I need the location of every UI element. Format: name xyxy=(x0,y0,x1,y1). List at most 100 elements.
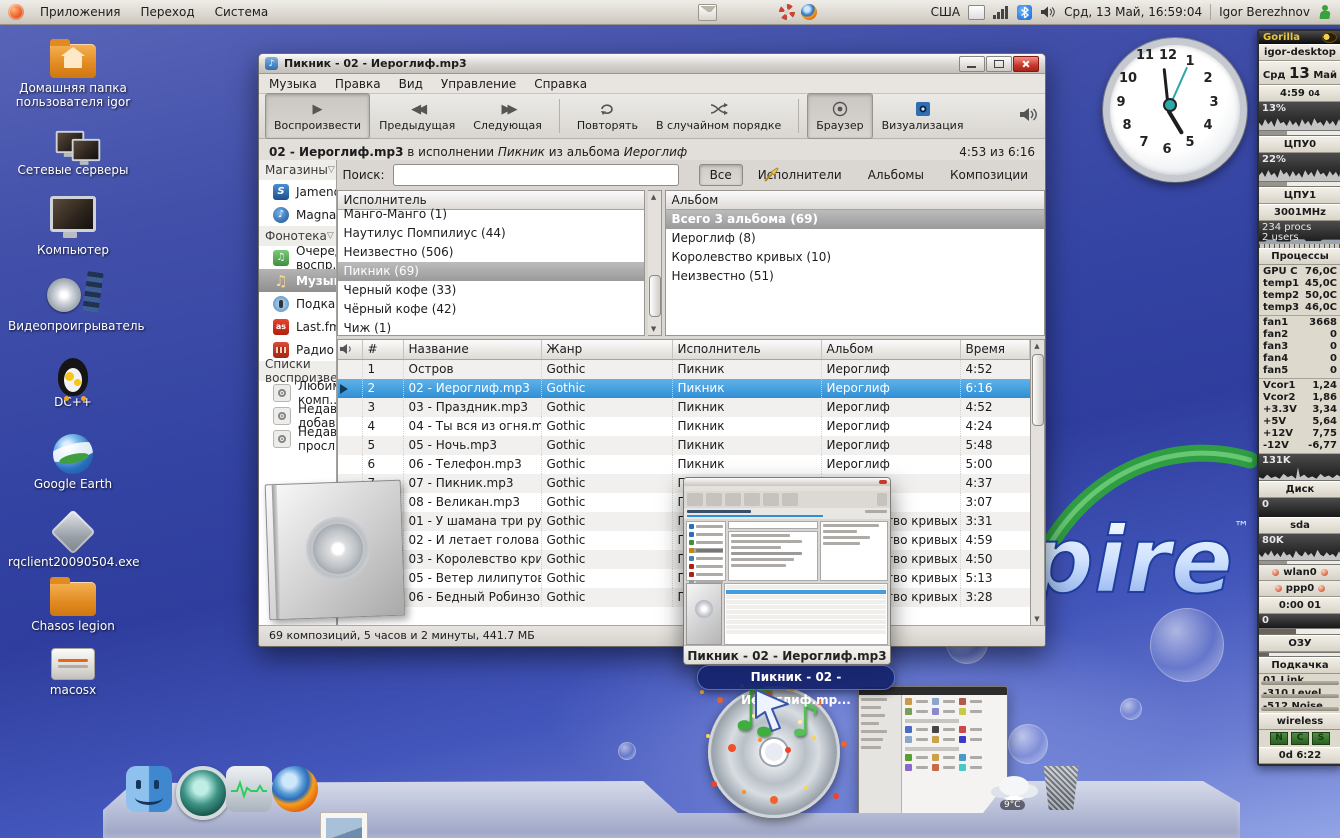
keyboard-layout-indicator[interactable]: США xyxy=(931,5,960,19)
volume-icon[interactable] xyxy=(1040,5,1056,19)
column-header-album[interactable]: Альбом xyxy=(822,340,961,359)
keyboard-icon[interactable] xyxy=(968,5,985,20)
sda-chart[interactable]: 80K xyxy=(1259,534,1340,561)
scroll-thumb[interactable] xyxy=(649,275,661,317)
shuffle-button[interactable]: В случайном порядке xyxy=(647,93,790,139)
sidebar-item-podcasts[interactable]: Подкасты xyxy=(259,292,336,315)
maximize-button[interactable] xyxy=(986,56,1012,72)
distro-logo-icon[interactable] xyxy=(8,4,24,20)
tab-tracks[interactable]: Композиции xyxy=(939,164,1039,186)
album-list-item[interactable]: Всего 3 альбома (69) xyxy=(666,210,1044,229)
browser-toggle-button[interactable]: Браузер xyxy=(807,93,872,139)
desktop-icon-macosx[interactable]: macosx xyxy=(8,648,138,698)
table-row[interactable]: 4 04 - Ты вся из огня.mp3 Gothic Пикник … xyxy=(338,417,1030,436)
album-list-item[interactable]: Королевство кривых (10) xyxy=(666,248,1044,267)
scroll-down-icon[interactable]: ▼ xyxy=(649,324,659,334)
menu-system[interactable]: Система xyxy=(205,0,279,24)
cpu1-chart[interactable]: 22% xyxy=(1259,153,1340,181)
collapse-arrow-icon[interactable]: ▽ xyxy=(327,231,334,241)
repeat-button[interactable]: Повторять xyxy=(568,93,647,139)
column-header-title[interactable]: Название xyxy=(404,340,542,359)
sidebar-item-lastfm[interactable]: asLast.fm xyxy=(259,315,336,338)
wireless-meter[interactable]: -310 Level xyxy=(1259,687,1340,700)
gkrellm-date[interactable]: Срд 13 Май xyxy=(1259,61,1340,85)
artist-scrollbar[interactable]: ▲ ▼ xyxy=(648,190,662,336)
wireless-meter[interactable]: 01 Link xyxy=(1259,674,1340,687)
dock-weather-icon[interactable]: 9°C xyxy=(988,772,1040,806)
desktop-icon-google-earth[interactable]: Google Earth xyxy=(8,434,138,492)
menu-places[interactable]: Переход xyxy=(131,0,205,24)
process-chart[interactable]: 234 procs2 users xyxy=(1259,221,1340,244)
close-button[interactable] xyxy=(1013,56,1039,72)
menu-view[interactable]: Вид xyxy=(399,77,423,91)
menu-help[interactable]: Справка xyxy=(534,77,587,91)
column-header-num[interactable]: # xyxy=(363,340,404,359)
collapse-arrow-icon[interactable]: ▽ xyxy=(328,165,335,175)
signal-bars-icon[interactable] xyxy=(993,5,1009,19)
help-launcher-icon[interactable] xyxy=(779,4,795,20)
dock-activity-monitor-icon[interactable] xyxy=(226,766,272,812)
artist-list-item[interactable]: Наутилус Помпилиус (44) xyxy=(338,224,644,243)
ppp0-panel[interactable]: ppp0 xyxy=(1259,581,1340,597)
artist-list-item[interactable]: Чёрный кофе (42) xyxy=(338,300,644,319)
scroll-thumb[interactable] xyxy=(1032,354,1044,426)
sidebar-item-recently-played[interactable]: Недавно просл... xyxy=(259,427,336,450)
dock-firefox-icon[interactable] xyxy=(272,766,318,812)
memory-krell[interactable] xyxy=(1259,628,1340,635)
artist-list-item[interactable]: Пикник (69) xyxy=(338,262,644,281)
sidebar-item-play-queue[interactable]: ♫Очередь воспр... xyxy=(259,246,336,269)
firefox-launcher-icon[interactable] xyxy=(801,4,817,20)
dock-time-machine-icon[interactable] xyxy=(176,766,230,820)
wlan0-panel[interactable]: wlan0 xyxy=(1259,565,1340,581)
next-button[interactable]: ▶▶ Следующая xyxy=(464,93,551,139)
table-row[interactable]: 1 Остров Gothic Пикник Иероглиф 4:52 xyxy=(338,360,1030,379)
mail-launcher-icon[interactable] xyxy=(698,4,717,21)
desktop-icon-home[interactable]: Домашняя папка пользователя igor xyxy=(8,44,138,110)
dock-finder-icon[interactable] xyxy=(126,766,172,812)
panel-clock[interactable]: Срд, 13 Май, 16:59:04 xyxy=(1064,5,1202,19)
artist-list-item[interactable]: Чиж (1) xyxy=(338,319,644,336)
column-header-time[interactable]: Время xyxy=(961,340,1030,359)
speaker-column-icon[interactable] xyxy=(338,340,363,359)
desktop-icon-network[interactable]: Сетевые серверы xyxy=(8,124,138,178)
play-button[interactable]: ▶Воспроизвести xyxy=(265,93,370,139)
album-list-item[interactable]: Неизвестно (51) xyxy=(666,267,1044,286)
sidebar-item-music[interactable]: ♫Музыка xyxy=(259,269,336,292)
window-titlebar[interactable]: ♪ Пикник - 02 - Иероглиф.mp3 xyxy=(259,54,1045,74)
gkrellm-time[interactable]: 4:59 04 xyxy=(1259,85,1340,102)
menu-control[interactable]: Управление xyxy=(441,77,516,91)
bluetooth-icon[interactable] xyxy=(1017,5,1032,20)
scroll-up-icon[interactable]: ▲ xyxy=(1032,341,1042,351)
gkrellm-titlebar[interactable]: Gorilla xyxy=(1259,31,1340,44)
album-column-header[interactable]: Альбом xyxy=(666,191,1044,210)
table-row[interactable]: 6 06 - Телефон.mp3 Gothic Пикник Иерогли… xyxy=(338,455,1030,474)
visualization-button[interactable]: Визуализация xyxy=(873,93,973,139)
desktop-icon-video-player[interactable]: Видеопроигрыватель xyxy=(8,276,138,334)
ppp0-chart[interactable]: 0 xyxy=(1259,614,1340,628)
desktop-icon-chasos-legion[interactable]: Chasos legion xyxy=(8,582,138,634)
track-scrollbar[interactable]: ▲ ▼ xyxy=(1031,339,1045,626)
scroll-down-icon[interactable]: ▼ xyxy=(1032,614,1042,624)
artist-list-item[interactable]: Манго-Манго (1) xyxy=(338,205,644,224)
search-input[interactable] xyxy=(393,164,679,186)
column-header-genre[interactable]: Жанр xyxy=(542,340,673,359)
minimize-button[interactable] xyxy=(959,56,985,72)
sidebar-item-jamendo[interactable]: SJamendo xyxy=(259,180,336,203)
desktop-icon-dcpp[interactable]: DC++ xyxy=(8,358,138,410)
tab-all[interactable]: Все xyxy=(699,164,743,186)
column-header-artist[interactable]: Исполнитель xyxy=(673,340,822,359)
scroll-up-icon[interactable]: ▲ xyxy=(649,192,659,202)
disk-chart[interactable]: 0 xyxy=(1259,498,1340,517)
dock-mail-icon[interactable] xyxy=(320,812,368,838)
table-row[interactable]: 2 02 - Иероглиф.mp3 Gothic Пикник Иерогл… xyxy=(338,379,1030,398)
user-menu[interactable]: Igor Berezhnov xyxy=(1219,5,1310,19)
sidebar-item-magnatune[interactable]: ♪Magnatune xyxy=(259,203,336,226)
wireless-meter[interactable]: -512 Noise xyxy=(1259,700,1340,713)
section-stores[interactable]: Магазины▽ xyxy=(259,160,336,180)
previous-button[interactable]: ◀◀ Предыдущая xyxy=(370,93,464,139)
desktop-icon-rqclient[interactable]: rqclient20090504.exe xyxy=(8,516,138,570)
table-row[interactable]: 5 05 - Ночь.mp3 Gothic Пикник Иероглиф 5… xyxy=(338,436,1030,455)
desktop-icon-computer[interactable]: Компьютер xyxy=(8,196,138,258)
network-chart[interactable]: 131K xyxy=(1259,454,1340,481)
table-row[interactable]: 3 03 - Праздник.mp3 Gothic Пикник Иерогл… xyxy=(338,398,1030,417)
